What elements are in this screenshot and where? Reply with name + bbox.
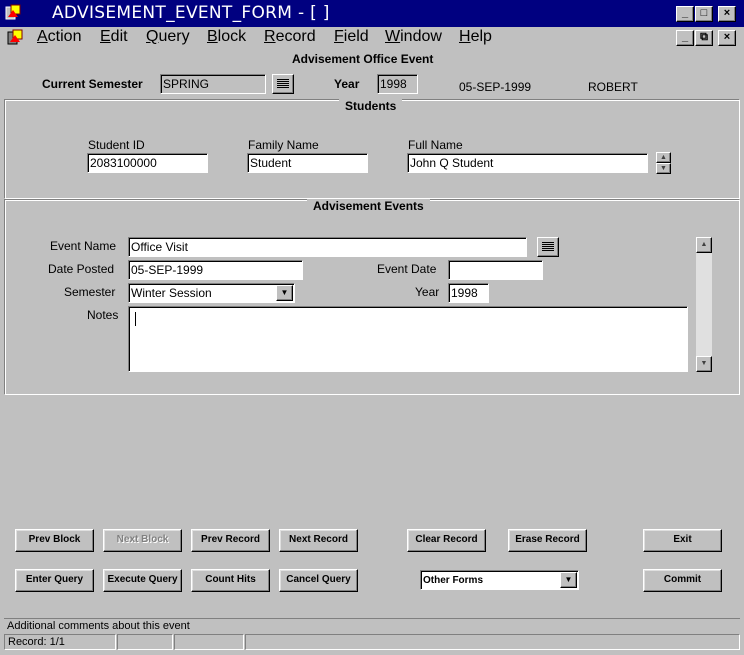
date-posted-label: Date Posted xyxy=(48,262,115,276)
arrow-up-icon: ▲ xyxy=(700,241,708,248)
family-name-label: Family Name xyxy=(248,138,319,152)
students-scroll-up-button[interactable]: ▲ xyxy=(656,152,671,163)
menu-help[interactable]: Help xyxy=(459,28,492,46)
current-user: ROBERT xyxy=(588,80,638,94)
current-semester-lov-button[interactable] xyxy=(272,74,294,94)
year-label: Year xyxy=(334,77,360,91)
semester-select[interactable]: Winter Session xyxy=(128,283,295,303)
menu-edit[interactable]: Edit xyxy=(100,28,128,46)
status-cell-3 xyxy=(174,634,244,650)
event-name-lov-button[interactable] xyxy=(537,237,559,257)
list-icon xyxy=(542,242,554,252)
event-name-label: Event Name xyxy=(50,239,117,253)
maximize-button[interactable]: □ xyxy=(695,6,713,22)
date-posted-field[interactable]: 05-SEP-1999 xyxy=(128,260,303,280)
menu-action[interactable]: Action xyxy=(37,28,81,46)
prev-block-button[interactable]: Prev Block xyxy=(15,529,94,552)
form-icon[interactable] xyxy=(6,29,24,47)
exit-button[interactable]: Exit xyxy=(643,529,722,552)
event-name-field[interactable]: Office Visit xyxy=(128,237,527,257)
year-field[interactable]: 1998 xyxy=(377,74,418,94)
menu-record[interactable]: Record xyxy=(264,28,316,46)
full-name-field[interactable]: John Q Student xyxy=(407,153,648,173)
notes-textarea[interactable] xyxy=(128,306,688,372)
status-cell-2 xyxy=(117,634,173,650)
arrow-up-icon: ▲ xyxy=(660,154,667,161)
family-name-field[interactable]: Student xyxy=(247,153,368,173)
event-date-field[interactable] xyxy=(448,260,543,280)
arrow-down-icon: ▼ xyxy=(700,360,708,367)
form-title: Advisement Office Event xyxy=(292,52,434,66)
other-forms-select[interactable]: Other Forms xyxy=(420,570,579,590)
doc-minimize-button[interactable]: _ xyxy=(676,30,694,46)
student-id-field[interactable]: 2083100000 xyxy=(87,153,208,173)
record-indicator: Record: 1/1 xyxy=(4,634,116,650)
commit-button[interactable]: Commit xyxy=(643,569,722,592)
close-icon: × xyxy=(723,7,731,19)
list-icon xyxy=(277,79,289,89)
other-forms-value: Other Forms xyxy=(423,575,484,586)
prev-record-button[interactable]: Prev Record xyxy=(191,529,270,552)
current-date: 05-SEP-1999 xyxy=(459,80,532,94)
close-button[interactable]: × xyxy=(718,6,736,22)
minimize-button[interactable]: _ xyxy=(676,6,694,22)
cancel-query-button[interactable]: Cancel Query xyxy=(279,569,358,592)
menu-field[interactable]: Field xyxy=(334,28,369,46)
event-year-field[interactable]: 1998 xyxy=(448,283,489,303)
events-scroll-up-button[interactable]: ▲ xyxy=(696,237,712,253)
menu-bar: Action Edit Query Block Record Field Win… xyxy=(0,27,744,49)
app-icon[interactable] xyxy=(4,4,22,22)
clear-record-button[interactable]: Clear Record xyxy=(407,529,486,552)
events-scroll-down-button[interactable]: ▼ xyxy=(696,356,712,372)
chevron-down-icon: ▼ xyxy=(564,575,573,584)
status-message: Additional comments about this event xyxy=(7,620,190,632)
menu-block[interactable]: Block xyxy=(207,28,246,46)
menu-query[interactable]: Query xyxy=(146,28,190,46)
erase-record-button[interactable]: Erase Record xyxy=(508,529,587,552)
current-semester-field[interactable]: SPRING xyxy=(160,74,266,94)
enter-query-button[interactable]: Enter Query xyxy=(15,569,94,592)
students-scroll-down-button[interactable]: ▼ xyxy=(656,163,671,174)
menu-window[interactable]: Window xyxy=(385,28,442,46)
other-forms-dropdown-button[interactable]: ▼ xyxy=(560,572,577,588)
next-block-button[interactable]: Next Block xyxy=(103,529,182,552)
chevron-down-icon: ▼ xyxy=(280,288,289,297)
notes-label: Notes xyxy=(87,308,119,322)
next-record-button[interactable]: Next Record xyxy=(279,529,358,552)
full-name-label: Full Name xyxy=(408,138,463,152)
count-hits-button[interactable]: Count Hits xyxy=(191,569,270,592)
doc-restore-button[interactable]: ⧉ xyxy=(695,30,713,46)
text-cursor xyxy=(135,312,136,326)
window-title: ADVISEMENT_EVENT_FORM - [ ] xyxy=(52,3,330,23)
semester-dropdown-button[interactable]: ▼ xyxy=(276,285,293,301)
events-frame-title: Advisement Events xyxy=(307,199,430,213)
event-year-label: Year xyxy=(415,285,440,299)
student-id-label: Student ID xyxy=(88,138,145,152)
events-scrollbar[interactable] xyxy=(696,237,712,372)
maximize-icon: □ xyxy=(700,7,708,19)
minimize-icon: _ xyxy=(681,7,689,19)
restore-icon: ⧉ xyxy=(700,31,708,43)
current-semester-label: Current Semester xyxy=(42,77,143,91)
doc-close-button[interactable]: × xyxy=(718,30,736,46)
students-frame-title: Students xyxy=(339,99,403,113)
semester-value: Winter Session xyxy=(131,286,212,300)
status-cell-4 xyxy=(245,634,740,650)
title-bar[interactable]: ADVISEMENT_EVENT_FORM - [ ] _ □ × xyxy=(0,0,744,27)
semester-label: Semester xyxy=(64,285,116,299)
minimize-icon: _ xyxy=(681,31,689,43)
close-icon: × xyxy=(723,31,731,43)
menu-action-rest: ction xyxy=(47,28,82,45)
execute-query-button[interactable]: Execute Query xyxy=(103,569,182,592)
event-date-label: Event Date xyxy=(377,262,437,276)
arrow-down-icon: ▼ xyxy=(660,165,667,172)
